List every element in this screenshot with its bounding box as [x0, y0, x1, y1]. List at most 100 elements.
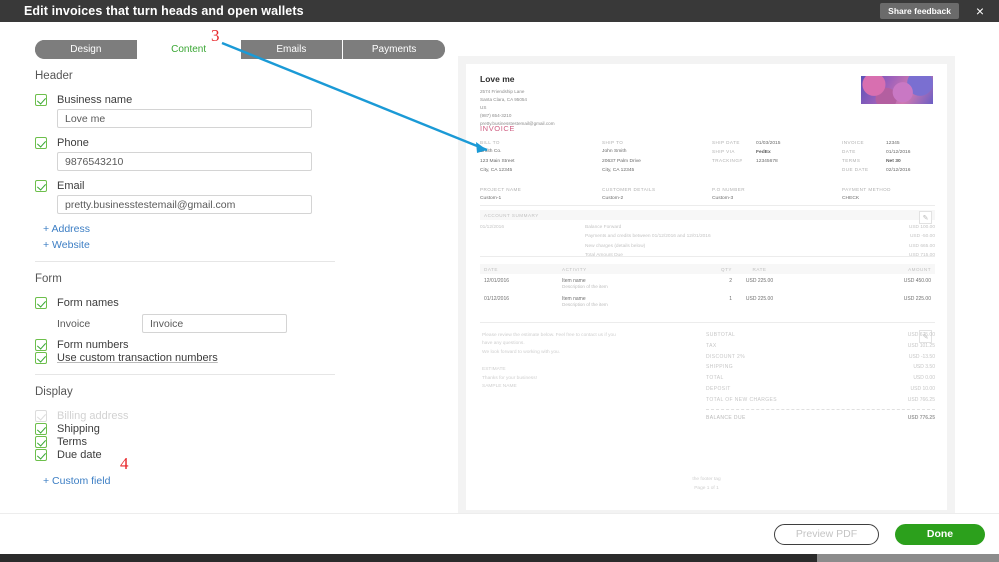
billing-address-label: Billing address	[57, 410, 129, 422]
invoice-meta-row-3: DUE DATE 02/12/2016	[842, 166, 935, 175]
share-feedback-button[interactable]: Share feedback	[880, 3, 959, 19]
preview-company-block: Love me 2574 Friendship Lane Santa Clara…	[480, 74, 555, 127]
preview-company-name: Love me	[480, 74, 515, 84]
tab-payments[interactable]: Payments	[343, 40, 445, 59]
add-address-link[interactable]: + Address	[43, 223, 335, 235]
shipping-checkbox[interactable]	[35, 423, 47, 435]
display-row-terms[interactable]: Terms	[35, 436, 335, 448]
total-row-subtotal: SUBTOTAL USD 675.00	[706, 330, 935, 341]
preview-address-line-1: 2574 Friendship Lane	[480, 89, 525, 94]
os-taskbar	[0, 554, 999, 562]
column-header-rate: RATE	[752, 266, 767, 272]
email-checkbox[interactable]	[35, 180, 47, 192]
done-button[interactable]: Done	[895, 523, 985, 545]
business-name-row[interactable]: Business name	[35, 94, 335, 106]
app-root: Edit invoices that turn heads and open w…	[0, 0, 999, 562]
invoice-name-label: Invoice	[57, 317, 91, 330]
item-amount-1: USD 225.00	[903, 296, 931, 302]
item-desc-1: Description of the item	[562, 302, 608, 307]
invoice-date-value: 01/12/2016	[886, 150, 911, 156]
invoice-date-label: DATE	[842, 149, 856, 155]
item-rate-0: USD 225.00	[745, 278, 774, 284]
account-summary-text-2: New charges (details below)	[585, 243, 646, 249]
due-date-checkbox[interactable]	[35, 449, 47, 461]
po-number-label: P.O NUMBER	[712, 187, 746, 192]
invoice-items-table: DATE ACTIVITY QTY RATE AMOUNT 12/01/2016…	[480, 264, 935, 310]
invoice-footer: the footer tag Page 1 of 1	[466, 476, 947, 493]
discount-value: USD -13.50	[908, 353, 935, 360]
email-row[interactable]: Email	[35, 180, 335, 192]
account-summary-spacer-1	[480, 232, 585, 241]
invoice-meta-row-2: TERMS Net 30	[842, 157, 935, 166]
ship-meta-row-0: SHIP DATE 01/03/2015	[712, 139, 842, 148]
header-section-title: Header	[35, 70, 73, 82]
window-title: Edit invoices that turn heads and open w…	[24, 4, 304, 18]
display-row-shipping[interactable]: Shipping	[35, 423, 335, 435]
phone-checkbox[interactable]	[35, 137, 47, 149]
display-row-due-date[interactable]: Due date	[35, 449, 335, 461]
custom-field-po-number: P.O NUMBER Custom-3	[712, 186, 842, 204]
display-row-billing-address: Billing address	[35, 410, 335, 422]
terms-label: Terms	[57, 436, 87, 448]
shipping-label: Shipping	[57, 423, 100, 435]
terms-checkbox[interactable]	[35, 436, 47, 448]
deposit-label: DEPOSIT	[706, 385, 731, 392]
preview-ship-to: SHIP TO John Smith 20637 Palm Drive City…	[602, 139, 712, 175]
message-estimate-title: ESTIMATE	[482, 367, 506, 373]
item-rate-1: USD 225.00	[745, 296, 774, 302]
terms-meta-value: Net 30	[886, 159, 901, 165]
total-value: USD 0.00	[913, 375, 935, 381]
shipping-total-value: USD 3.50	[913, 364, 935, 371]
add-custom-field-link[interactable]: + Custom field	[43, 475, 335, 487]
table-row: 01/12/2016 Item name Description of the …	[480, 292, 935, 310]
phone-input[interactable]: 9876543210	[57, 152, 312, 171]
preview-address-line-4: (987) 654-3210	[480, 112, 512, 118]
total-row-total: TOTAL USD 0.00	[706, 373, 935, 384]
form-names-row[interactable]: Form names	[35, 297, 335, 309]
form-numbers-row[interactable]: Form numbers	[35, 339, 335, 351]
form-numbers-checkbox[interactable]	[35, 339, 47, 351]
form-numbers-label: Form numbers	[57, 339, 129, 351]
add-website-link[interactable]: + Website	[43, 239, 335, 251]
account-summary-text-1: Payments and credits between 01/12/2016 …	[585, 234, 711, 240]
column-header-amount: AMOUNT	[908, 266, 931, 272]
close-icon[interactable]: ×	[971, 4, 989, 18]
custom-field-payment-method: PAYMENT METHOD CHECK	[842, 186, 935, 204]
form-names-checkbox[interactable]	[35, 297, 47, 309]
form-numbers-group: Form numbers Use custom transaction numb…	[35, 339, 335, 364]
business-name-checkbox[interactable]	[35, 94, 47, 106]
item-qty-1: 1	[729, 296, 732, 302]
tab-design[interactable]: Design	[35, 40, 138, 59]
preview-ship-meta: SHIP DATE 01/03/2015 SHIP VIA FedEx TRAC…	[712, 139, 842, 175]
preview-divider-1	[480, 205, 935, 206]
tab-content[interactable]: Content	[137, 40, 241, 59]
custom-transaction-numbers-checkbox[interactable]	[35, 352, 47, 364]
item-activity-0: Item name Description of the item	[562, 278, 672, 289]
custom-transaction-numbers-row[interactable]: Use custom transaction numbers	[35, 352, 335, 364]
custom-field-customer-details: CUSTOMER DETAILS Custom-2	[602, 186, 712, 204]
item-desc-0: Description of the item	[562, 284, 608, 289]
project-name-value: Custom-1	[480, 196, 502, 202]
invoice-paper: Love me 2574 Friendship Lane Santa Clara…	[466, 64, 947, 510]
business-name-input[interactable]: Love me	[57, 109, 312, 128]
account-summary-rows: 01/12/2016 Balance Forward USD 100.00 Pa…	[480, 223, 935, 260]
preview-pdf-button[interactable]: Preview PDF	[774, 523, 879, 545]
custom-field-project-name: PROJECT NAME Custom-1	[480, 186, 602, 204]
tax-value: USD 101.25	[907, 342, 935, 349]
new-charges-value: USD 766.25	[907, 396, 935, 403]
invoice-name-input[interactable]: Invoice	[142, 314, 287, 333]
ship-via-label: SHIP VIA	[712, 149, 735, 155]
total-row-new-charges: TOTAL OF NEW CHARGES USD 766.25	[706, 395, 935, 406]
due-date-label: Due date	[57, 449, 102, 461]
due-date-meta-label: DUE DATE	[842, 167, 869, 173]
display-options-group: Billing address Shipping Terms Due date	[35, 410, 335, 461]
invoice-name-row: Invoice Invoice	[57, 314, 335, 333]
item-qty-0: 2	[729, 278, 732, 284]
tab-emails[interactable]: Emails	[240, 40, 344, 59]
email-input[interactable]: pretty.businesstestemail@gmail.com	[57, 195, 312, 214]
tracking-value: 12345678	[756, 159, 778, 165]
phone-row[interactable]: Phone	[35, 137, 335, 149]
total-row-tax: TAX USD 101.25	[706, 341, 935, 352]
message-thanks: Thanks for your business!	[482, 375, 537, 381]
bill-to-line-1: Smith Co.	[480, 149, 502, 155]
